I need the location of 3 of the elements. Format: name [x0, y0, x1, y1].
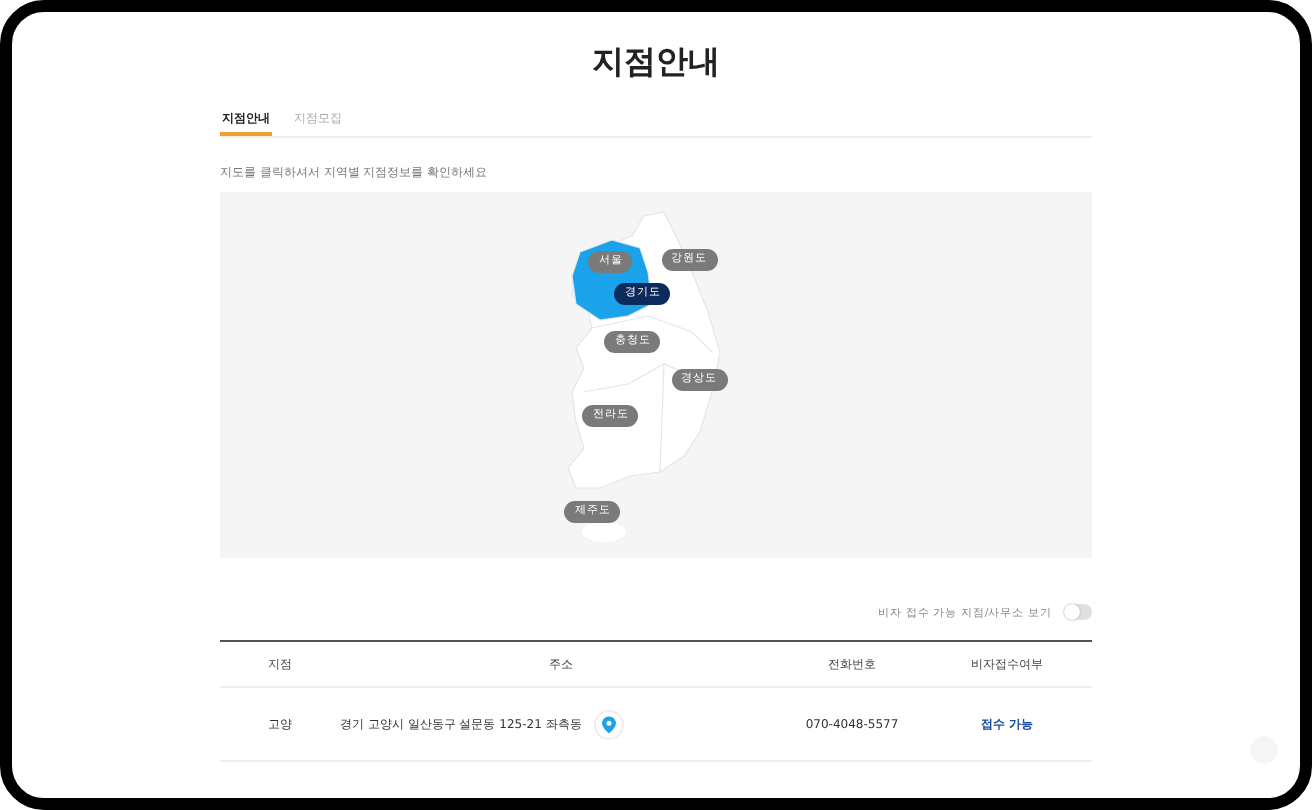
toggle-switch[interactable]	[1064, 604, 1092, 620]
page-title: 지점안내	[590, 40, 722, 84]
location-pin-icon[interactable]	[593, 709, 624, 739]
